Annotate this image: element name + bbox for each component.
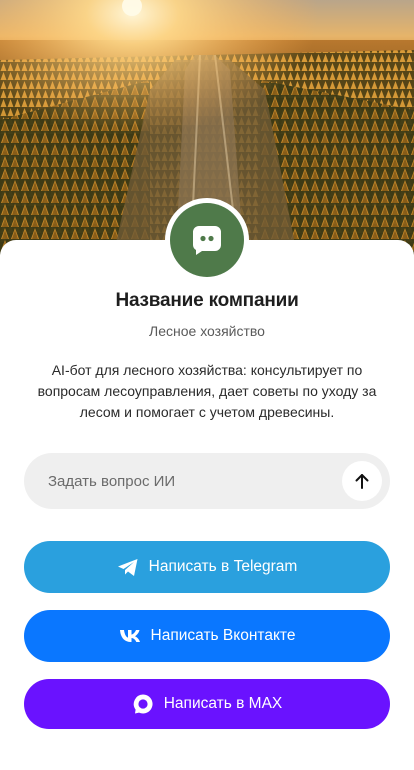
max-icon	[132, 693, 154, 715]
company-name: Название компании	[115, 290, 299, 311]
max-button-label: Написать в MAX	[163, 695, 283, 712]
page: Название компании Лесное хозяйство AI-бо…	[0, 0, 414, 770]
company-description: AI-бот для лесного хозяйства: консультир…	[37, 362, 377, 420]
telegram-icon	[117, 558, 139, 577]
chat-bot-icon	[193, 226, 221, 255]
vk-button-label: Написать Вконтакте	[150, 627, 296, 644]
company-category: Лесное хозяйство	[149, 323, 265, 339]
vk-icon	[119, 629, 141, 643]
telegram-button[interactable]: Написать в Telegram	[24, 541, 390, 593]
avatar	[165, 198, 249, 282]
avatar-circle	[170, 203, 244, 277]
max-button[interactable]: Написать в MAX	[24, 679, 390, 729]
ask-ai-box	[24, 453, 390, 509]
send-button[interactable]	[342, 461, 382, 501]
telegram-button-label: Написать в Telegram	[148, 558, 298, 575]
ask-ai-input[interactable]	[48, 453, 328, 509]
arrow-up-icon	[355, 474, 369, 489]
vk-button[interactable]: Написать Вконтакте	[24, 610, 390, 662]
